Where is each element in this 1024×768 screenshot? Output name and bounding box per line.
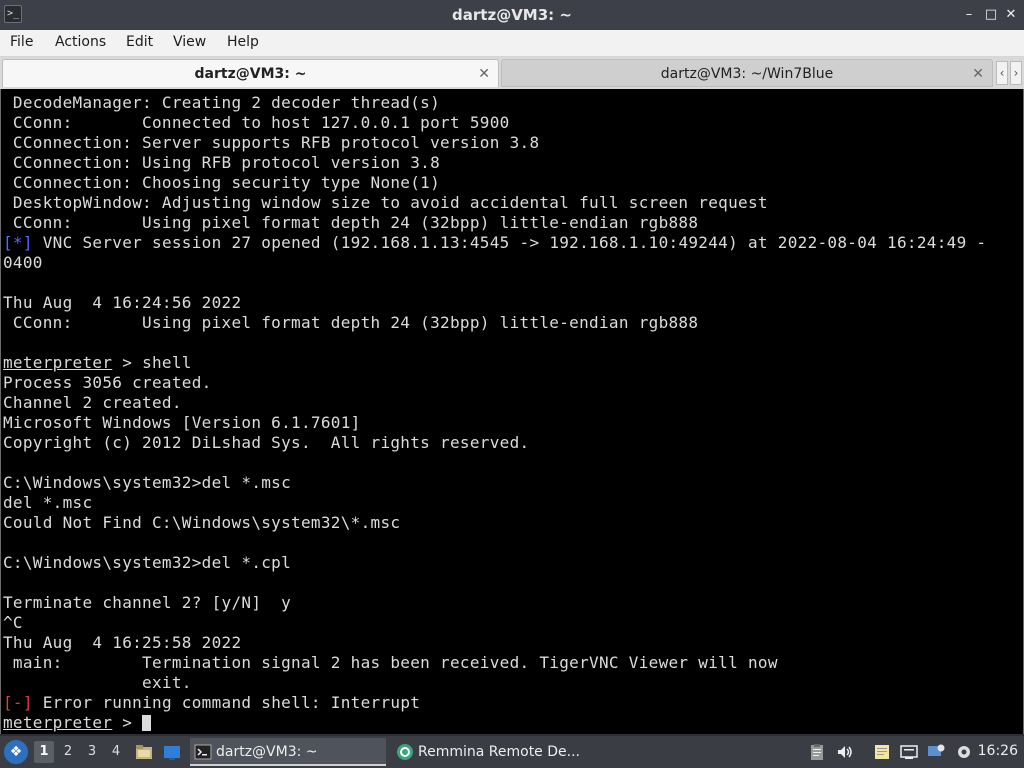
volume-icon[interactable] (836, 743, 854, 761)
terminal-view[interactable]: DecodeManager: Creating 2 decoder thread… (0, 89, 1024, 734)
tab-next-button[interactable]: › (1010, 61, 1022, 85)
workspace-1[interactable]: 1 (34, 741, 54, 763)
notes-icon[interactable] (873, 743, 891, 761)
terminal-line: 0400 (3, 253, 43, 272)
terminal-output: DecodeManager: Creating 2 decoder thread… (3, 93, 986, 733)
tab-prev-button[interactable]: ‹ (996, 61, 1008, 85)
lxqt-menu-icon[interactable]: ❖ (4, 740, 28, 764)
terminal-line: Terminate channel 2? [y/N] y (3, 593, 292, 612)
terminal-line: DecodeManager: Creating 2 decoder thread… (3, 93, 441, 112)
text-cursor (142, 715, 152, 731)
maximize-button[interactable]: □ (982, 6, 1000, 24)
file-manager-icon[interactable] (135, 743, 153, 761)
task-label: Remmina Remote De... (418, 744, 580, 760)
line-text: > shell (112, 353, 192, 372)
network-icon[interactable] (900, 743, 918, 761)
tab-close-icon[interactable]: ✕ (478, 60, 490, 88)
menu-help[interactable]: Help (227, 34, 259, 50)
error-prefix: [-] (3, 693, 33, 712)
clipboard-icon[interactable] (808, 743, 826, 761)
terminal-line: Copyright (c) 2012 DiLshad Sys. All righ… (3, 433, 530, 452)
window-titlebar[interactable]: >_ dartz@VM3: ~ – □ ✕ (0, 0, 1024, 30)
terminal-line: CConn: Using pixel format depth 24 (32bp… (3, 213, 699, 232)
settings-icon[interactable] (955, 743, 973, 761)
terminal-line: [-] Error running command shell: Interru… (3, 693, 986, 713)
line-text: VNC Server session 27 opened (192.168.1.… (32, 233, 987, 252)
terminal-line: meterpreter > shell (3, 353, 986, 373)
workspace-3[interactable]: 3 (82, 741, 102, 763)
terminal-line: CConnection: Using RFB protocol version … (3, 153, 441, 172)
terminal-line: Could Not Find C:\Windows\system32\*.msc (3, 513, 401, 532)
tab-label: dartz@VM3: ~/Win7Blue (660, 66, 834, 82)
terminal-line: main: Termination signal 2 has been rece… (3, 653, 778, 672)
terminal-line: CConn: Connected to host 127.0.0.1 port … (3, 113, 510, 132)
terminal-line: CConn: Using pixel format depth 24 (32bp… (3, 313, 699, 332)
terminal-line: C:\Windows\system32>del *.cpl (3, 553, 292, 572)
terminal-line: CConnection: Choosing security type None… (3, 173, 441, 192)
terminal-line: Channel 2 created. (3, 393, 182, 412)
meterpreter-prompt: meterpreter (3, 713, 113, 732)
menu-edit[interactable]: Edit (126, 34, 153, 50)
tab-label: dartz@VM3: ~ (194, 66, 307, 82)
task-label: dartz@VM3: ~ (216, 744, 318, 760)
menu-view[interactable]: View (173, 34, 206, 50)
meterpreter-prompt: meterpreter (3, 353, 113, 372)
line-text: > (112, 713, 143, 732)
terminal-icon (194, 744, 212, 760)
terminal-line: CConnection: Server supports RFB protoco… (3, 133, 540, 152)
close-button[interactable]: ✕ (1002, 6, 1020, 24)
menu-file[interactable]: File (10, 34, 33, 50)
workspace-4[interactable]: 4 (106, 741, 126, 763)
terminal-line: exit. (3, 673, 192, 692)
terminal-line: DesktopWindow: Adjusting window size to … (3, 193, 768, 212)
minimize-button[interactable]: – (960, 6, 978, 24)
menu-actions[interactable]: Actions (55, 34, 106, 50)
task-remmina[interactable]: Remmina Remote De... (392, 738, 602, 766)
remmina-icon (397, 744, 413, 760)
tab-win7blue[interactable]: dartz@VM3: ~/Win7Blue ✕ (501, 59, 993, 87)
terminal-line: Microsoft Windows [Version 6.1.7601] (3, 413, 361, 432)
show-desktop-icon[interactable] (163, 743, 181, 761)
line-text: Error running command shell: Interrupt (32, 693, 421, 712)
window-title: dartz@VM3: ~ (452, 6, 572, 24)
terminal-line: ^C (3, 613, 23, 632)
tab-bar: dartz@VM3: ~ ✕ dartz@VM3: ~/Win7Blue ✕ (0, 57, 1024, 89)
terminal-line: Thu Aug 4 16:24:56 2022 (3, 293, 242, 312)
update-icon[interactable] (927, 743, 945, 761)
terminal-line: del *.msc (3, 493, 93, 512)
tab-close-icon[interactable]: ✕ (972, 60, 984, 88)
terminal-line: C:\Windows\system32>del *.msc (3, 473, 292, 492)
clock[interactable]: 16:26 (978, 743, 1018, 759)
menu-bar: File Actions Edit View Help (0, 30, 1024, 57)
terminal-line: meterpreter > (3, 713, 986, 733)
taskbar: ❖ 1 2 3 4 dartz@VM3: ~ Remmina Remote De… (0, 736, 1024, 768)
terminal-line: Thu Aug 4 16:25:58 2022 (3, 633, 242, 652)
terminal-line: [*] VNC Server session 27 opened (192.16… (3, 233, 986, 253)
terminal-line: Process 3056 created. (3, 373, 212, 392)
workspace-2[interactable]: 2 (58, 741, 78, 763)
status-prefix: [*] (3, 233, 33, 252)
tab-home[interactable]: dartz@VM3: ~ ✕ (2, 59, 499, 87)
task-terminal[interactable]: dartz@VM3: ~ (190, 738, 386, 766)
